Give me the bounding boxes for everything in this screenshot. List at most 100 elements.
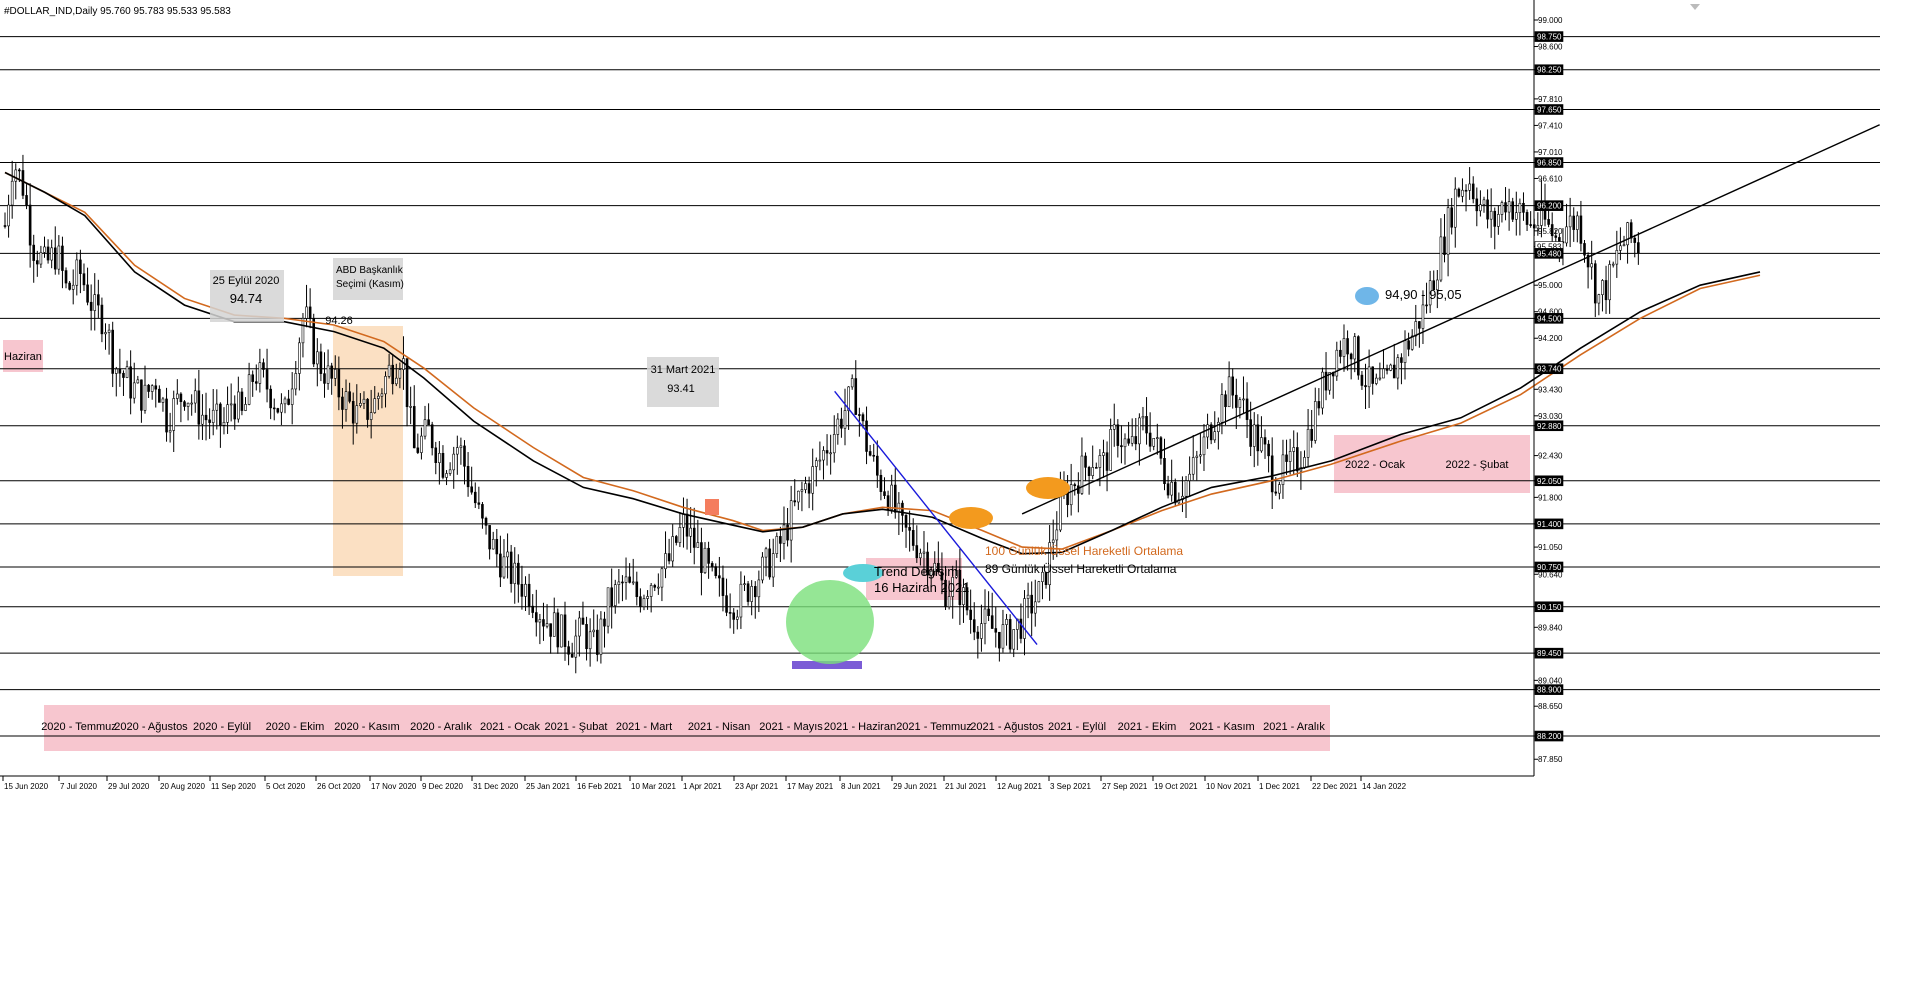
candle-body <box>1005 619 1008 625</box>
month-label: 2020 - Eylül <box>193 721 251 733</box>
candle-body <box>1507 201 1511 213</box>
candle-body <box>1342 338 1346 357</box>
month-label: 2020 - Aralık <box>410 721 472 733</box>
candle-body <box>1148 432 1152 447</box>
candle-body <box>1471 183 1475 200</box>
candle-body <box>635 581 639 597</box>
level-price-text: 89.450 <box>1537 649 1562 658</box>
candle-body <box>621 581 624 584</box>
candle-body <box>319 351 323 374</box>
candle-body <box>46 246 50 261</box>
chart-title: #DOLLAR_IND,Daily 95.760 95.783 95.533 9… <box>4 6 231 17</box>
candle-body <box>832 434 836 454</box>
candle-body <box>1400 357 1403 363</box>
candle-body <box>1525 212 1529 225</box>
bottom-ellipse <box>786 580 874 664</box>
time-tick-label: 5 Oct 2020 <box>266 782 306 791</box>
candle-body <box>509 551 513 584</box>
candle-body <box>689 527 692 537</box>
candle-body <box>1163 458 1166 485</box>
candle-body <box>746 583 750 602</box>
candle-body <box>524 583 527 597</box>
candle-body <box>1127 438 1130 444</box>
candle-body <box>520 583 524 597</box>
candle-body <box>384 376 387 395</box>
chart-background <box>0 0 1920 976</box>
candle-body <box>18 169 21 172</box>
candle-body <box>1051 539 1055 543</box>
candle-body <box>1188 473 1191 481</box>
candle-body <box>1105 452 1109 471</box>
candle-body <box>1166 483 1170 496</box>
candle-body <box>1475 198 1479 212</box>
candle-body <box>337 369 341 398</box>
level-price-text: 91.400 <box>1537 520 1562 529</box>
candle-body <box>434 447 438 463</box>
time-tick-label: 16 Feb 2021 <box>577 782 622 791</box>
candle-body <box>1547 219 1550 225</box>
candle-body <box>843 410 847 429</box>
candle-body <box>1023 598 1026 639</box>
candle-body <box>100 304 104 335</box>
candle-body <box>1098 455 1102 468</box>
candle-body <box>567 646 570 655</box>
candle-body <box>466 466 470 488</box>
candle-body <box>728 612 732 614</box>
candle-body <box>890 484 893 510</box>
candle-body <box>502 556 506 578</box>
candle-body <box>1529 224 1532 226</box>
candle-body <box>1195 455 1199 458</box>
level-price-text: 92.880 <box>1537 422 1562 431</box>
candle-body <box>588 631 592 650</box>
candle-body <box>789 500 793 541</box>
candle-body <box>1008 619 1012 650</box>
candle-body <box>398 369 402 379</box>
time-tick-label: 25 Jan 2021 <box>526 782 571 791</box>
candle-body <box>700 542 703 573</box>
candle-body <box>1141 416 1145 419</box>
candle-body <box>330 365 333 379</box>
annotation-text: 16 Haziran 2021 <box>874 580 969 595</box>
candle-body <box>718 575 721 579</box>
candle-body <box>193 390 197 404</box>
annotation-text: Seçimi (Kasım) <box>336 279 404 290</box>
candle-body <box>736 616 739 620</box>
candle-body <box>883 491 886 496</box>
month-label: 2021 - Ekim <box>1118 721 1177 733</box>
time-tick-label: 9 Dec 2020 <box>422 782 463 791</box>
candle-body <box>1242 398 1245 401</box>
time-tick-label: 8 Jun 2021 <box>841 782 881 791</box>
candle-body <box>75 259 79 286</box>
candle-body <box>1278 484 1281 494</box>
support-ellipse-1 <box>949 507 993 529</box>
candle-body <box>1518 202 1522 214</box>
candle-body <box>10 180 14 206</box>
annotation-text: 31 Mart 2021 <box>651 364 716 376</box>
annotation-text: Trend Değişimi <box>874 564 961 579</box>
candle-body <box>211 409 215 423</box>
candle-body <box>1349 353 1353 360</box>
candle-body <box>969 609 972 620</box>
candle-body <box>872 454 876 457</box>
candle-body <box>1059 493 1062 531</box>
price-tick-label: 95.820 <box>1538 227 1563 236</box>
candle-body <box>807 483 811 494</box>
candle-body <box>305 306 308 319</box>
candle-body <box>247 374 251 405</box>
candle-body <box>377 395 380 399</box>
candle-body <box>1611 263 1615 266</box>
candle-body <box>1217 421 1220 432</box>
candle-body <box>1450 207 1453 228</box>
candle-body <box>391 364 394 385</box>
candle-body <box>578 617 581 637</box>
candle-body <box>201 414 204 425</box>
price-tick-label: 87.850 <box>1538 755 1563 764</box>
candle-body <box>585 624 588 650</box>
level-price-text: 96.200 <box>1537 202 1562 211</box>
candle-body <box>1371 366 1375 384</box>
candle-body <box>1285 454 1288 462</box>
candle-body <box>129 366 132 399</box>
candle-body <box>394 377 398 385</box>
candle-body <box>1579 215 1583 244</box>
candle-body <box>506 551 509 558</box>
